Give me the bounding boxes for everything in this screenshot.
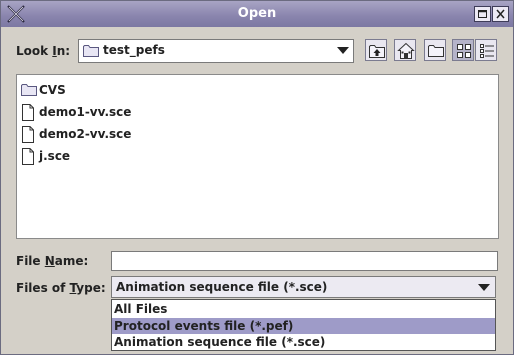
- look-in-label: Look In:: [16, 44, 71, 58]
- close-button[interactable]: [492, 6, 509, 22]
- look-in-combobox[interactable]: test_pefs: [78, 39, 354, 63]
- option-animation-sequence[interactable]: Animation sequence file (*.sce): [112, 334, 495, 350]
- file-type-combobox[interactable]: Animation sequence file (*.sce): [111, 276, 496, 298]
- close-icon: [496, 9, 505, 19]
- up-folder-button[interactable]: [365, 39, 387, 61]
- file-item-name: CVS: [39, 83, 66, 97]
- window-title: Open: [237, 6, 277, 21]
- file-list[interactable]: CVS demo1-vv.sce demo2-vv.sce j.sce: [16, 74, 499, 239]
- file-item-name: j.sce: [39, 149, 71, 163]
- list-view-button[interactable]: [452, 39, 474, 61]
- home-button[interactable]: [394, 39, 416, 61]
- look-in-value: test_pefs: [103, 43, 165, 57]
- file-name-input[interactable]: [111, 251, 498, 271]
- file-name-label: File Name:: [16, 254, 89, 268]
- file-item-name: demo1-vv.sce: [39, 105, 132, 119]
- list-view-icon: [457, 44, 471, 58]
- file-icon: [22, 126, 34, 143]
- title-bar[interactable]: Open: [1, 1, 513, 27]
- folder-icon: [21, 84, 37, 96]
- file-icon: [22, 104, 34, 121]
- open-dialog: Open Look In: test_pefs CVS demo1-vv.sce…: [0, 0, 514, 355]
- chevron-down-icon: [478, 284, 490, 291]
- file-type-dropdown[interactable]: All Files Protocol events file (*.pef) A…: [111, 299, 496, 351]
- option-protocol-events[interactable]: Protocol events file (*.pef): [112, 318, 495, 334]
- maximize-button[interactable]: [474, 6, 491, 22]
- chevron-down-icon: [337, 47, 349, 54]
- folder-icon: [83, 45, 99, 57]
- maximize-icon: [478, 10, 487, 18]
- details-view-icon: [480, 44, 494, 58]
- file-type-label: Files of Type:: [16, 281, 106, 295]
- file-item-name: demo2-vv.sce: [39, 127, 132, 141]
- details-view-button[interactable]: [475, 39, 497, 61]
- home-icon: [397, 42, 415, 59]
- file-icon: [22, 148, 34, 165]
- option-all-files[interactable]: All Files: [112, 301, 495, 317]
- up-folder-icon: [369, 45, 385, 58]
- new-folder-icon: [428, 45, 444, 57]
- file-type-value: Animation sequence file (*.sce): [116, 280, 328, 294]
- new-folder-button[interactable]: [424, 39, 446, 61]
